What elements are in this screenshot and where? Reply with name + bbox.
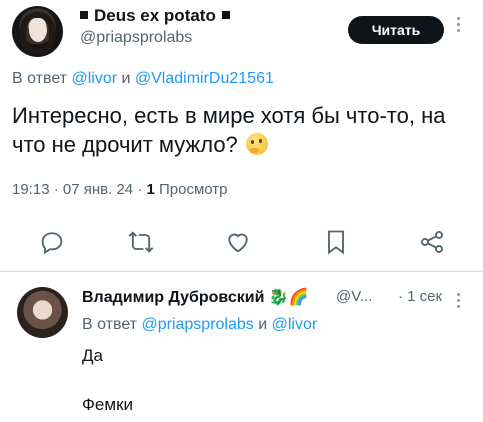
like-icon[interactable] [218, 222, 258, 262]
tweet-text: Интересно, есть в мире хотя бы что-то, н… [12, 103, 446, 157]
tweet-date[interactable]: 07 янв. 24 [63, 181, 133, 198]
thinking-face-icon [245, 133, 268, 155]
reply-author-avatar[interactable] [17, 287, 68, 338]
reply-time[interactable]: · 1 сек [398, 288, 442, 305]
reply-text-line: Да [82, 346, 103, 365]
views-label: Просмотр [159, 181, 228, 198]
retweet-icon[interactable] [121, 222, 161, 262]
author-handle[interactable]: @priapsprolabs [80, 29, 192, 47]
reply-icon[interactable] [32, 222, 72, 262]
reply-author-handle[interactable]: @V... [336, 288, 372, 305]
tweet-time[interactable]: 19:13 [12, 181, 50, 198]
action-bar [0, 222, 483, 262]
share-icon[interactable] [412, 222, 452, 262]
mention-link[interactable]: @livor [272, 316, 318, 333]
mention-link[interactable]: @priapsprolabs [141, 316, 253, 333]
reply-text-line: Фемки [82, 395, 133, 414]
author-name[interactable]: Deus ex potato [80, 6, 230, 26]
mention-link[interactable]: @livor [71, 70, 117, 87]
square-icon [80, 11, 88, 20]
tweet-meta: 19:13 · 07 янв. 24 · 1 Просмотр [12, 181, 228, 198]
follow-button[interactable]: Читать [348, 16, 444, 44]
avatar-face [29, 18, 47, 42]
more-options-icon[interactable] [455, 14, 461, 38]
views-count: 1 [146, 181, 155, 198]
author-avatar[interactable] [12, 6, 63, 57]
more-options-icon[interactable] [455, 290, 461, 314]
name-emojis: 🐉🌈 [268, 289, 309, 306]
square-icon [221, 11, 230, 20]
mention-link[interactable]: @VladimirDu21561 [135, 70, 274, 87]
reply-author-name[interactable]: Владимир Дубровский 🐉🌈 [82, 287, 309, 307]
reply-to-line: В ответ @livor и @VladimirDu21561 [12, 70, 274, 87]
divider [0, 271, 483, 272]
bookmark-icon[interactable] [316, 222, 356, 262]
reply-to-line: В ответ @priapsprolabs и @livor [82, 316, 318, 333]
